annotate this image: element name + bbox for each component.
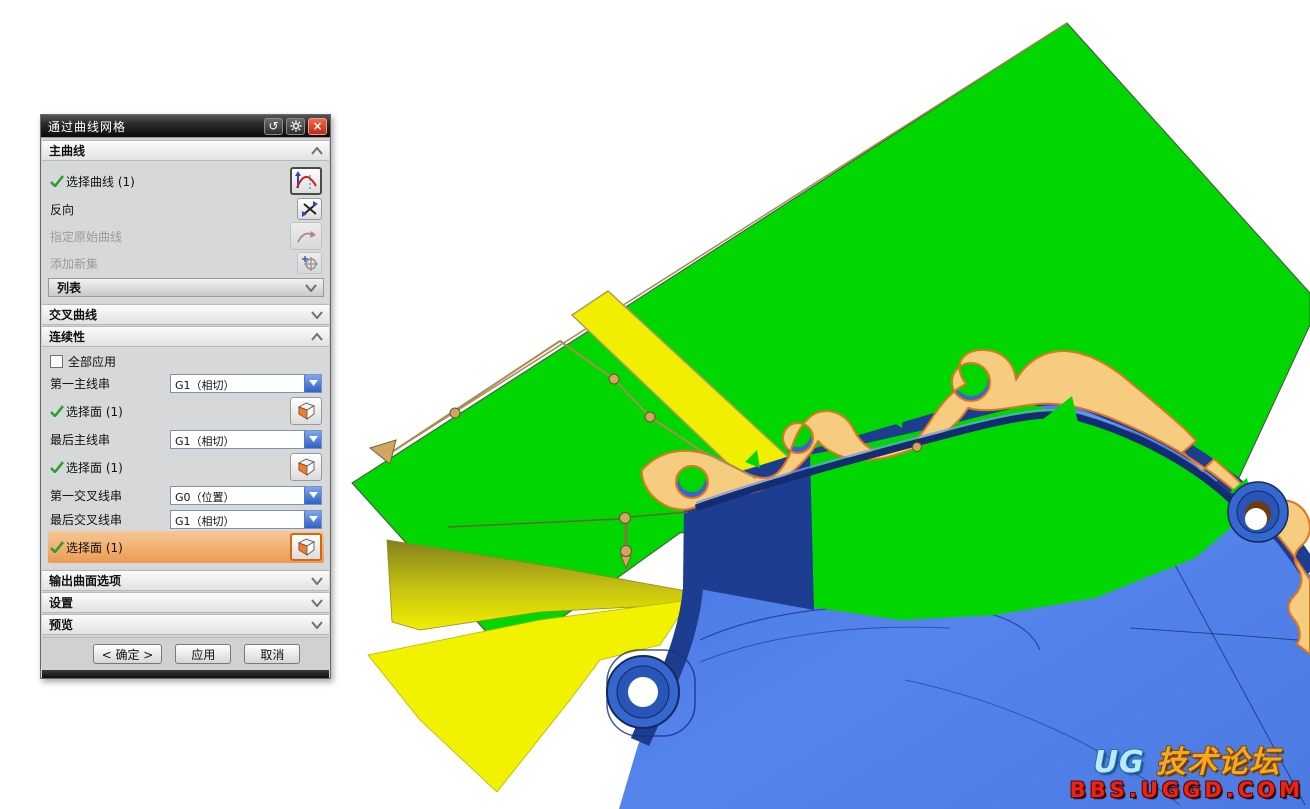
through-curve-mesh-dialog: 通过曲线网格 ↺ × 主曲线 选择曲线 (1) (40, 114, 331, 679)
dropdown-value: G1（相切） (171, 431, 304, 448)
section-label: 设置 (49, 594, 309, 611)
curve-select-icon (294, 171, 318, 191)
section-header-preview[interactable]: 预览 (42, 614, 329, 635)
dialog-resize-strip[interactable] (42, 670, 329, 678)
section-header-output-options[interactable]: 输出曲面选项 (42, 570, 329, 591)
dropdown-arrow-icon (304, 431, 321, 448)
section-header-main-curve[interactable]: 主曲线 (42, 140, 329, 161)
check-icon (50, 175, 66, 187)
dropdown-arrow-icon (304, 375, 321, 392)
curve-point (450, 408, 460, 418)
application-window: UG 技术论坛 BBS.UGGD.COM 通过曲线网格 ↺ × 主曲线 (0, 0, 1310, 809)
dropdown-value: G1（相切） (171, 511, 304, 528)
select-face-1-button[interactable] (290, 397, 322, 425)
dropdown-value: G0（位置） (171, 487, 304, 504)
face-cube-icon (295, 400, 317, 422)
select-curve-label: 选择曲线 (1) (66, 173, 290, 190)
select-face-3-button[interactable] (290, 533, 322, 561)
last-primary-label: 最后主线串 (50, 431, 170, 448)
section-header-cross-curve[interactable]: 交叉曲线 (42, 304, 329, 325)
chevron-down-icon (309, 309, 325, 321)
dropdown-arrow-icon (304, 511, 321, 528)
first-primary-continuity-select[interactable]: G1（相切） (170, 374, 322, 393)
apply-all-checkbox[interactable] (50, 355, 63, 368)
select-face-2-label: 选择面 (1) (66, 459, 290, 476)
reverse-direction-button[interactable] (297, 198, 322, 220)
section-label: 输出曲面选项 (49, 572, 309, 589)
curve-point (913, 443, 922, 452)
dropdown-value: G1（相切） (171, 375, 304, 392)
reset-icon[interactable]: ↺ (264, 118, 283, 135)
last-primary-continuity-select[interactable]: G1（相切） (170, 430, 322, 449)
chevron-down-icon (309, 597, 325, 609)
origin-curve-icon (296, 228, 316, 244)
boss-right[interactable] (1228, 482, 1288, 542)
dialog-titlebar[interactable]: 通过曲线网格 ↺ × (41, 115, 330, 137)
main-curve-group: 选择曲线 (1) 反向 (42, 161, 329, 303)
dialog-title: 通过曲线网格 (48, 118, 261, 135)
apply-button[interactable]: 应用 (175, 644, 231, 664)
close-icon[interactable]: × (308, 118, 327, 135)
specify-origin-curve-button[interactable] (290, 222, 322, 250)
ok-button[interactable]: < 确定 > (93, 644, 163, 664)
first-cross-label: 第一交叉线串 (50, 487, 170, 504)
face-cube-icon (295, 536, 317, 558)
continuity-group: 全部应用 第一主线串 G1（相切） 选择面 (1) (42, 347, 329, 569)
select-face-3-row[interactable]: 选择面 (1) (48, 531, 324, 563)
first-cross-continuity-select[interactable]: G0（位置） (170, 486, 322, 505)
add-new-set-button[interactable] (297, 252, 322, 274)
section-header-continuity[interactable]: 连续性 (42, 326, 329, 347)
last-cross-label: 最后交叉线串 (50, 511, 170, 528)
reverse-label: 反向 (50, 201, 297, 218)
chevron-up-icon (309, 331, 325, 343)
select-face-2-button[interactable] (290, 453, 322, 481)
reverse-icon (302, 201, 318, 217)
curve-point (645, 412, 655, 422)
list-expander[interactable]: 列表 (48, 278, 324, 297)
specify-origin-curve-label: 指定原始曲线 (50, 228, 290, 245)
chevron-down-icon (309, 619, 325, 631)
first-primary-label: 第一主线串 (50, 375, 170, 392)
apply-all-label: 全部应用 (68, 353, 322, 370)
add-set-icon (302, 255, 318, 271)
check-icon (50, 405, 66, 417)
last-cross-continuity-select[interactable]: G1（相切） (170, 510, 322, 529)
chevron-up-icon (309, 145, 325, 157)
section-label: 预览 (49, 616, 309, 633)
drag-ball (620, 513, 631, 524)
add-new-set-label: 添加新集 (50, 255, 297, 272)
section-label: 交叉曲线 (49, 306, 309, 323)
check-icon (50, 541, 66, 553)
select-curve-button[interactable] (290, 167, 322, 195)
curve-point (609, 374, 619, 384)
chevron-down-icon (303, 282, 319, 294)
chevron-down-icon (309, 575, 325, 587)
face-cube-icon (295, 456, 317, 478)
section-label: 主曲线 (49, 142, 309, 159)
section-label: 连续性 (49, 328, 309, 345)
check-icon (50, 461, 66, 473)
cancel-button[interactable]: 取消 (244, 644, 300, 664)
select-face-1-label: 选择面 (1) (66, 403, 290, 420)
section-header-settings[interactable]: 设置 (42, 592, 329, 613)
dropdown-arrow-icon (304, 487, 321, 504)
gear-icon[interactable] (286, 118, 305, 135)
select-face-3-label: 选择面 (1) (66, 539, 290, 556)
drag-ball (621, 546, 632, 557)
dialog-button-row: < 确定 > 应用 取消 (42, 637, 329, 670)
list-label: 列表 (57, 279, 303, 296)
